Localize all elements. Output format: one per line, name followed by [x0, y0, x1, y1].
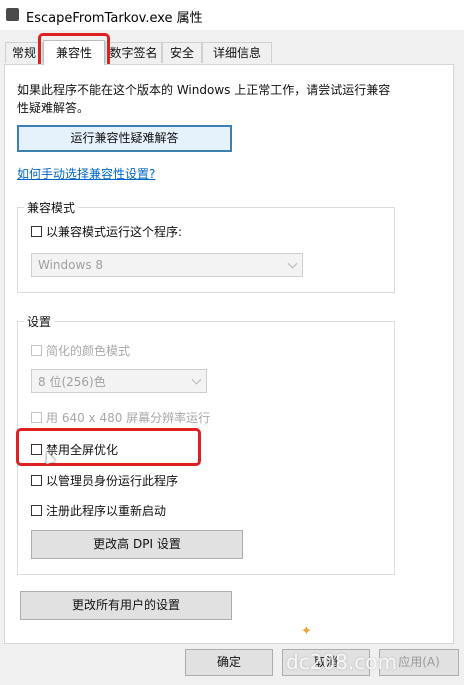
chevron-down-icon [191, 374, 202, 385]
settings-group-label: 设置 [24, 313, 55, 330]
os-version-select-value: Windows 8 [38, 258, 104, 272]
run-640-checkbox[interactable] [31, 412, 42, 423]
run-troubleshooter-button[interactable]: 运行兼容性疑难解答 [17, 125, 232, 152]
tab-strip: 常规 兼容性 数字签名 安全 详细信息 [0, 40, 464, 65]
tab-details[interactable]: 详细信息 [202, 42, 272, 63]
all-users-settings-button[interactable]: 更改所有用户的设置 [20, 591, 232, 620]
app-icon [6, 8, 19, 21]
os-version-select[interactable]: Windows 8 [31, 253, 303, 277]
color-mode-select-value: 8 位(256)色 [38, 374, 106, 389]
title-bar: EscapeFromTarkov.exe 属性 [0, 0, 464, 30]
register-restart-checkbox-row[interactable]: 注册此程序以重新启动 [31, 502, 166, 519]
compat-mode-checkbox-label: 以兼容模式运行这个程序: [46, 225, 183, 239]
window-title: EscapeFromTarkov.exe 属性 [26, 11, 203, 26]
compat-mode-checkbox-row[interactable]: 以兼容模式运行这个程序: [31, 223, 182, 240]
manual-settings-link[interactable]: 如何手动选择兼容性设置? [17, 165, 155, 182]
compat-mode-checkbox[interactable] [31, 226, 42, 237]
chevron-down-icon [287, 258, 298, 269]
reduced-color-checkbox[interactable] [31, 345, 42, 356]
run-640-label: 用 640 x 480 屏幕分辨率运行 [46, 411, 211, 425]
change-dpi-button[interactable]: 更改高 DPI 设置 [31, 530, 243, 559]
watermark: dc208.com [286, 650, 397, 674]
tab-security[interactable]: 安全 [162, 42, 202, 63]
run-as-admin-checkbox-row[interactable]: 以管理员身份运行此程序 [31, 472, 178, 489]
run-as-admin-label: 以管理员身份运行此程序 [46, 474, 179, 488]
color-mode-select[interactable]: 8 位(256)色 [31, 369, 207, 393]
reduced-color-checkbox-row[interactable]: 简化的颜色模式 [31, 342, 130, 359]
register-restart-checkbox[interactable] [31, 505, 42, 516]
tab-digital-signature[interactable]: 数字签名 [105, 42, 162, 63]
compat-mode-group [17, 207, 395, 293]
compat-mode-group-label: 兼容模式 [24, 199, 79, 216]
register-restart-label: 注册此程序以重新启动 [46, 504, 167, 518]
reduced-color-label: 简化的颜色模式 [46, 344, 131, 358]
sparkle-icon: ✦ [301, 624, 312, 639]
run-as-admin-checkbox[interactable] [31, 475, 42, 486]
fullscreen-opt-highlight-box [16, 428, 201, 466]
description-text: 如果此程序不能在这个版本的 Windows 上正常工作，请尝试运行兼容性疑难解答… [17, 83, 391, 115]
tab-compatibility[interactable]: 兼容性 [43, 40, 105, 65]
run-640-checkbox-row[interactable]: 用 640 x 480 屏幕分辨率运行 [31, 409, 210, 426]
ok-button[interactable]: 确定 [185, 649, 273, 676]
